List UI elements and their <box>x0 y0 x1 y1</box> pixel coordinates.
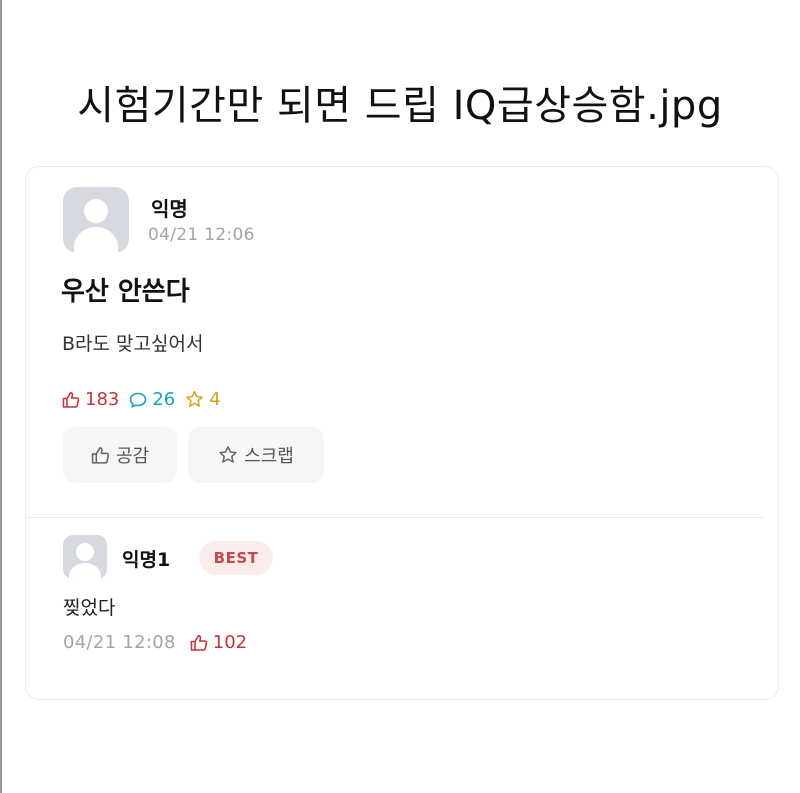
post-stats: 183 26 4 <box>62 389 231 410</box>
star-icon <box>186 390 204 407</box>
post-author-avatar <box>63 187 129 253</box>
comment-author-name: 익명1 <box>122 549 171 571</box>
post-title: 우산 안쓴다 <box>61 277 190 307</box>
post-body: B라도 맞고싶어서 <box>62 333 204 355</box>
best-badge: BEST <box>199 541 273 575</box>
like-button[interactable]: 공감 <box>63 427 177 483</box>
comment-count: 26 <box>129 389 175 410</box>
like-count: 183 <box>62 389 119 410</box>
comment-like-count[interactable]: 102 <box>190 632 247 653</box>
thumbs-up-icon <box>190 634 208 651</box>
comment-meta: 04/21 12:08 102 <box>63 632 247 653</box>
like-button-label: 공감 <box>115 446 150 467</box>
thumbs-up-icon <box>91 446 110 464</box>
comment-body: 찢었다 <box>63 597 116 619</box>
thumbs-up-icon <box>62 391 80 408</box>
comment-divider <box>26 517 763 518</box>
scrap-button-label: 스크랩 <box>244 446 294 467</box>
post-timestamp: 04/21 12:06 <box>148 225 255 245</box>
scrap-count: 4 <box>185 389 221 410</box>
scrap-button[interactable]: 스크랩 <box>188 427 324 483</box>
speech-bubble-icon <box>130 392 147 408</box>
default-profile-icon <box>84 199 108 223</box>
comment-timestamp: 04/21 12:08 <box>63 632 176 653</box>
post-card: 익명 04/21 12:06 우산 안쓴다 B라도 맞고싶어서 183 26 4 <box>25 166 779 700</box>
post-author-name: 익명 <box>151 197 188 221</box>
star-icon <box>219 446 237 463</box>
default-profile-icon <box>76 543 94 561</box>
image-caption-title: 시험기간만 되면 드립 IQ급상승함.jpg <box>77 83 723 129</box>
comment-author-avatar <box>63 535 107 579</box>
